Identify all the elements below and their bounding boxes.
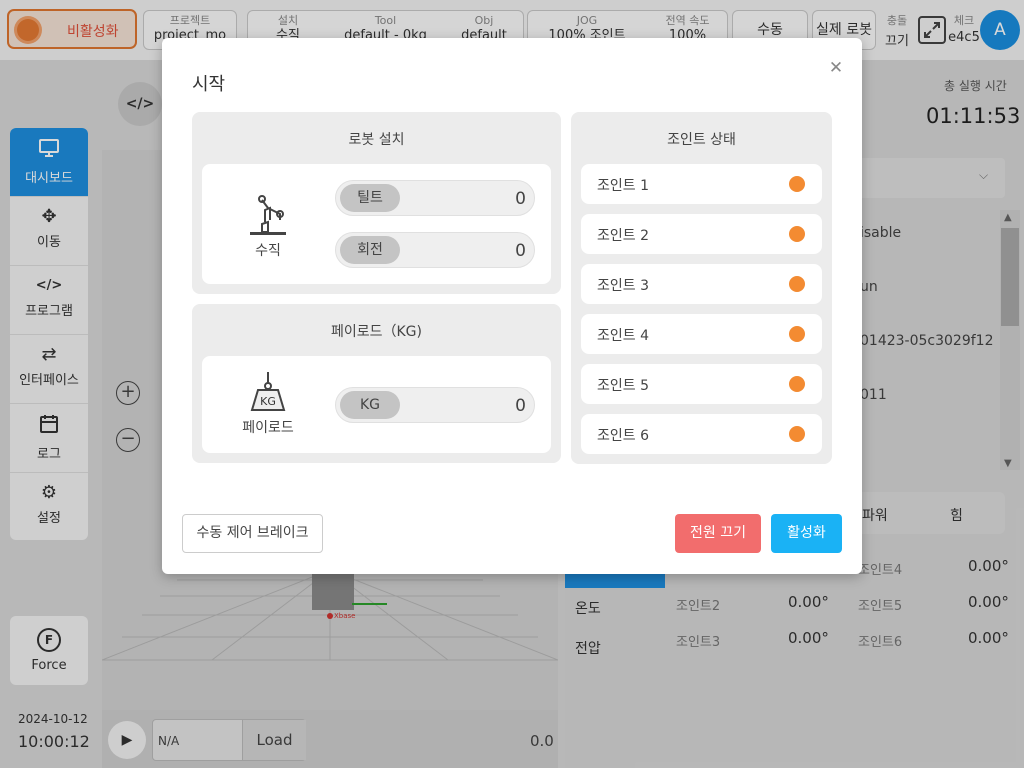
- robot-install-title: 로봇 설치: [348, 132, 405, 148]
- activate-button[interactable]: 활성화: [771, 514, 842, 553]
- payload-card: KG 페이로드 KG 0: [202, 356, 551, 453]
- kg-label: KG: [340, 391, 400, 419]
- joint-status-row: 조인트 4: [581, 314, 822, 354]
- joint-status-indicator: [789, 376, 805, 392]
- joint-status-indicator: [789, 426, 805, 442]
- joint-status-indicator: [789, 226, 805, 242]
- robot-install-card: 수직 틸트 0 회전 0: [202, 164, 551, 284]
- dialog-title: 시작: [192, 74, 226, 95]
- payload-panel: 페이로드（KG) KG 페이로드 KG 0: [192, 304, 561, 463]
- joint-label: 조인트 4: [597, 328, 649, 344]
- joint-status-panel: 조인트 상태 조인트 1 조인트 2 조인트 3 조인트 4 조인트 5 조인트…: [571, 112, 832, 464]
- tilt-value: 0: [515, 189, 526, 209]
- install-orientation-label: 수직: [255, 243, 281, 259]
- joint-label: 조인트 3: [597, 278, 649, 294]
- joint-status-row: 조인트 5: [581, 364, 822, 404]
- weight-icon: KG: [250, 370, 286, 412]
- close-icon[interactable]: ✕: [826, 58, 846, 78]
- robot-arm-icon: [248, 194, 288, 236]
- joint-status-row: 조인트 2: [581, 214, 822, 254]
- manual-brake-button[interactable]: 수동 제어 브레이크: [182, 514, 323, 553]
- joint-status-row: 조인트 1: [581, 164, 822, 204]
- joint-status-indicator: [789, 276, 805, 292]
- rotation-label: 회전: [340, 236, 400, 264]
- tilt-label: 틸트: [340, 184, 400, 212]
- joint-status-indicator: [789, 326, 805, 342]
- joint-status-row: 조인트 3: [581, 264, 822, 304]
- payload-icon-label: 페이로드: [242, 420, 294, 436]
- joint-status-title: 조인트 상태: [667, 132, 736, 148]
- power-off-button[interactable]: 전원 끄기: [675, 514, 761, 553]
- payload-kg-field[interactable]: KG 0: [335, 387, 535, 423]
- rotation-field[interactable]: 회전 0: [335, 232, 535, 268]
- joint-label: 조인트 5: [597, 378, 649, 394]
- joint-label: 조인트 6: [597, 428, 649, 444]
- joint-status-row: 조인트 6: [581, 414, 822, 454]
- weight-icon-text: KG: [260, 395, 276, 408]
- payload-title: 페이로드（KG): [330, 324, 422, 340]
- rotation-value: 0: [515, 241, 526, 261]
- joint-label: 조인트 2: [597, 228, 649, 244]
- robot-install-panel: 로봇 설치 수직 틸트 0 회전 0: [192, 112, 561, 294]
- joint-status-indicator: [789, 176, 805, 192]
- joint-label: 조인트 1: [597, 178, 649, 194]
- start-dialog: 시작 ✕ 로봇 설치 수직 틸트 0 회전 0 페이로드（KG) KG 페이로드…: [162, 38, 862, 574]
- tilt-field[interactable]: 틸트 0: [335, 180, 535, 216]
- kg-value: 0: [515, 396, 526, 416]
